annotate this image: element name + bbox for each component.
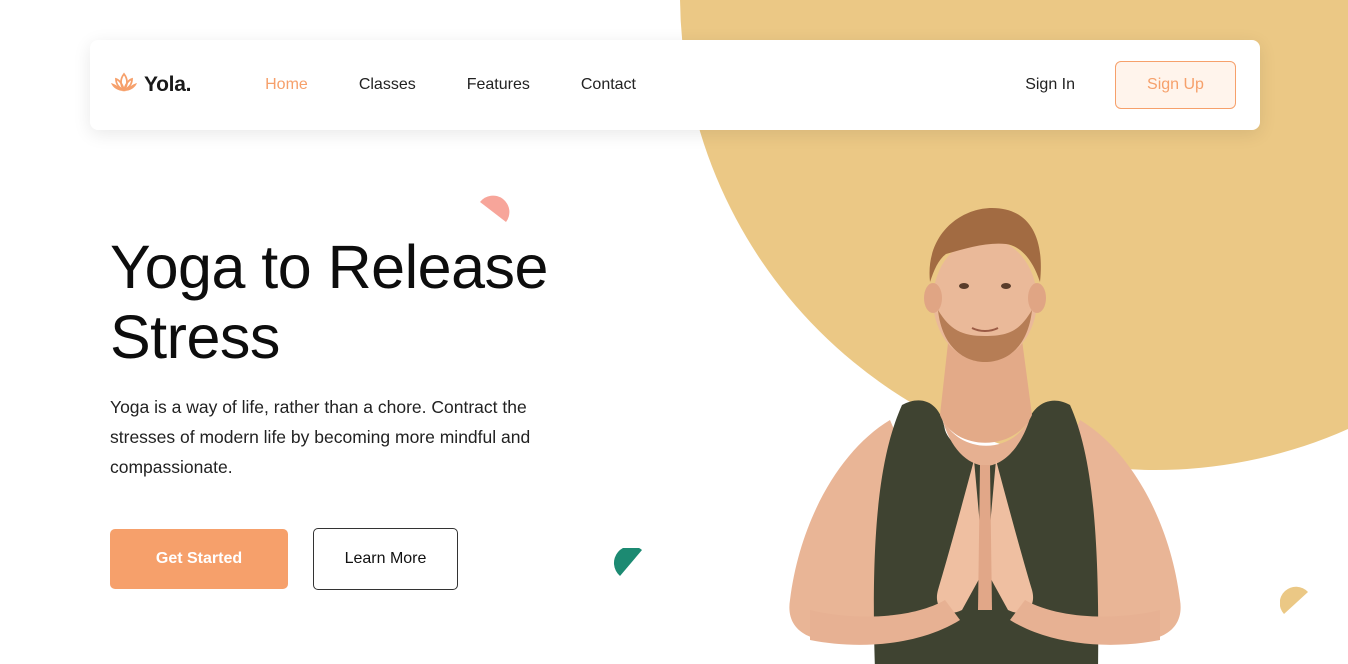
- hero-title-line-2: Stress: [110, 303, 280, 371]
- hero-title: Yoga to Release Stress: [110, 232, 670, 372]
- decorative-half-circle-yellow: [1280, 586, 1308, 614]
- nav-link-classes[interactable]: Classes: [359, 76, 416, 94]
- nav-link-home[interactable]: Home: [265, 76, 308, 94]
- lotus-icon: [110, 72, 138, 99]
- navbar: Yola. Home Classes Features Contact Sign…: [90, 40, 1260, 130]
- learn-more-button[interactable]: Learn More: [313, 528, 458, 590]
- landing-page: Yola. Home Classes Features Contact Sign…: [0, 0, 1348, 664]
- sign-in-link[interactable]: Sign In: [1025, 76, 1075, 94]
- decorative-half-circle-green: [614, 548, 642, 576]
- brand-name: Yola.: [144, 73, 192, 96]
- yoga-instructor-image: [789, 208, 1181, 664]
- nav-link-features[interactable]: Features: [467, 76, 530, 94]
- hero-title-line-1: Yoga to Release: [110, 233, 548, 301]
- nav-auth: Sign In Sign Up: [1025, 61, 1236, 109]
- nav-link-contact[interactable]: Contact: [581, 76, 636, 94]
- get-started-button[interactable]: Get Started: [110, 529, 288, 589]
- brand-logo[interactable]: Yola.: [110, 72, 191, 99]
- hero-description: Yoga is a way of life, rather than a cho…: [110, 397, 531, 477]
- nav-links: Home Classes Features Contact: [265, 76, 687, 94]
- decorative-half-circle-pink: [480, 195, 510, 222]
- sign-up-button[interactable]: Sign Up: [1115, 61, 1236, 109]
